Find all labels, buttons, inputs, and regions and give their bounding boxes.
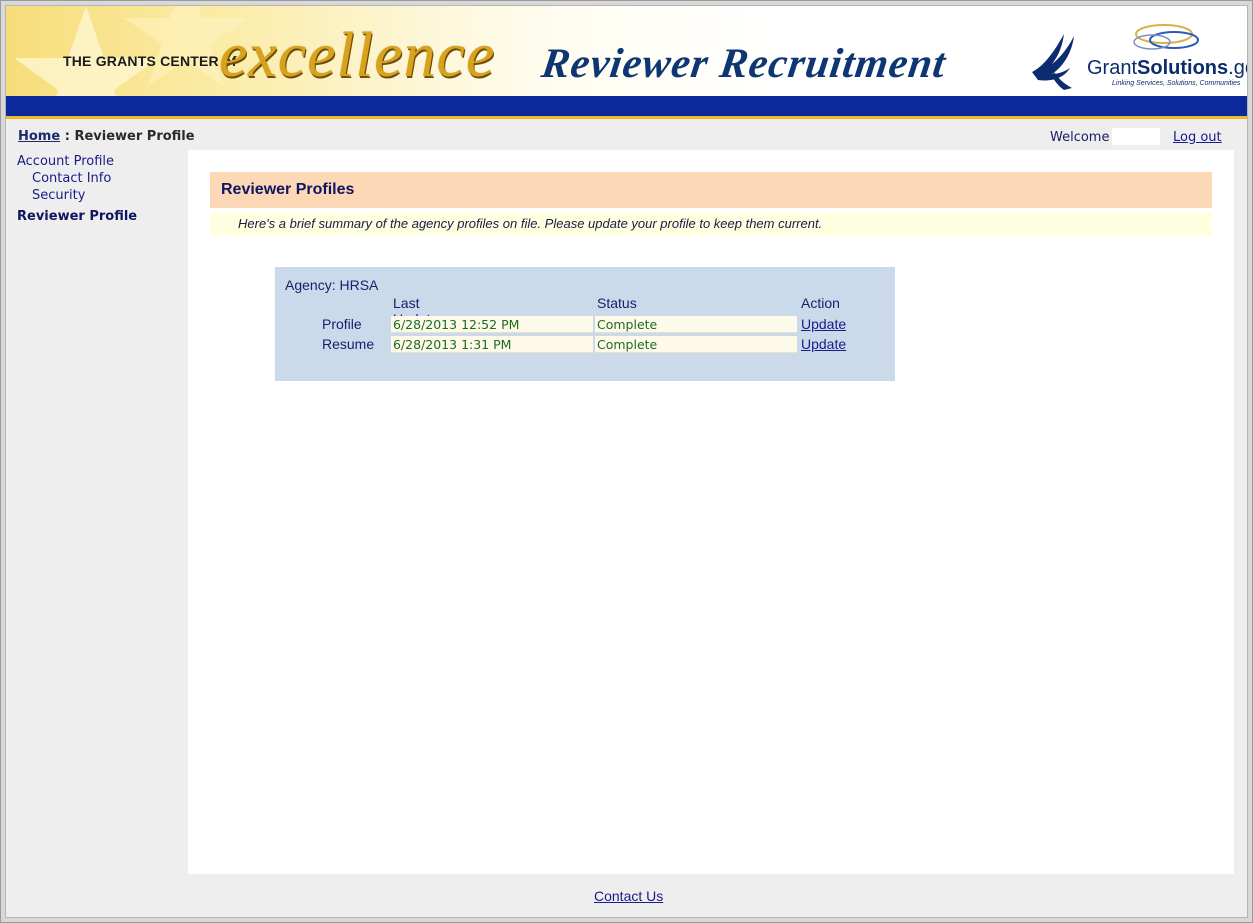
- main-content: Reviewer Profiles Here's a brief summary…: [188, 150, 1234, 874]
- welcome-text: Welcome: [1050, 130, 1110, 145]
- row-label-profile: Profile: [322, 316, 362, 332]
- last-update-cell: 6/28/2013 1:31 PM: [391, 336, 593, 353]
- page-title: Reviewer Profiles: [210, 172, 1212, 208]
- sidebar-item-account-profile[interactable]: Account Profile: [17, 153, 137, 170]
- page: THE GRANTS CENTER of excellence Reviewer…: [5, 5, 1248, 918]
- update-profile-link[interactable]: Update: [801, 316, 846, 332]
- last-update-cell: 6/28/2013 12:52 PM: [391, 316, 593, 333]
- agency-panel: Agency: HRSA Last Update Status Action P…: [275, 267, 895, 381]
- username-display: [1112, 128, 1160, 145]
- app-title: Reviewer Recruitment: [538, 41, 950, 87]
- breadcrumb-separator: :: [60, 129, 75, 144]
- logout-link[interactable]: Log out: [1173, 130, 1222, 145]
- breadcrumb-current: Reviewer Profile: [74, 129, 195, 144]
- column-header-action: Action: [801, 295, 840, 311]
- breadcrumb: Home : Reviewer Profile: [18, 129, 195, 144]
- star-graphic: [16, 6, 246, 98]
- column-header-status: Status: [597, 295, 637, 311]
- grantsolutions-logo-text: GrantSolutions.gov: [1087, 57, 1247, 79]
- sidebar-item-reviewer-profile[interactable]: Reviewer Profile: [17, 208, 137, 225]
- sidebar-item-contact-info[interactable]: Contact Info: [17, 170, 137, 187]
- brand-prefix: THE GRANTS CENTER of: [63, 53, 237, 69]
- page-description: Here's a brief summary of the agency pro…: [210, 212, 1212, 236]
- update-resume-link[interactable]: Update: [801, 336, 846, 352]
- browser-frame: THE GRANTS CENTER of excellence Reviewer…: [0, 0, 1253, 923]
- agency-label: Agency: HRSA: [285, 277, 379, 293]
- logo-tagline: Linking Services, Solutions, Communities: [1112, 80, 1241, 87]
- sidebar: Account Profile Contact Info Security Re…: [17, 153, 137, 225]
- sidebar-item-security[interactable]: Security: [17, 187, 137, 204]
- brand-excellence: excellence: [219, 19, 496, 90]
- status-cell: Complete: [595, 316, 797, 333]
- status-cell: Complete: [595, 336, 797, 353]
- header-bar: [6, 96, 1247, 119]
- breadcrumb-home-link[interactable]: Home: [18, 129, 60, 144]
- contact-us-link[interactable]: Contact Us: [594, 888, 663, 904]
- row-label-resume: Resume: [322, 336, 375, 352]
- site-banner: THE GRANTS CENTER of excellence Reviewer…: [6, 6, 1247, 98]
